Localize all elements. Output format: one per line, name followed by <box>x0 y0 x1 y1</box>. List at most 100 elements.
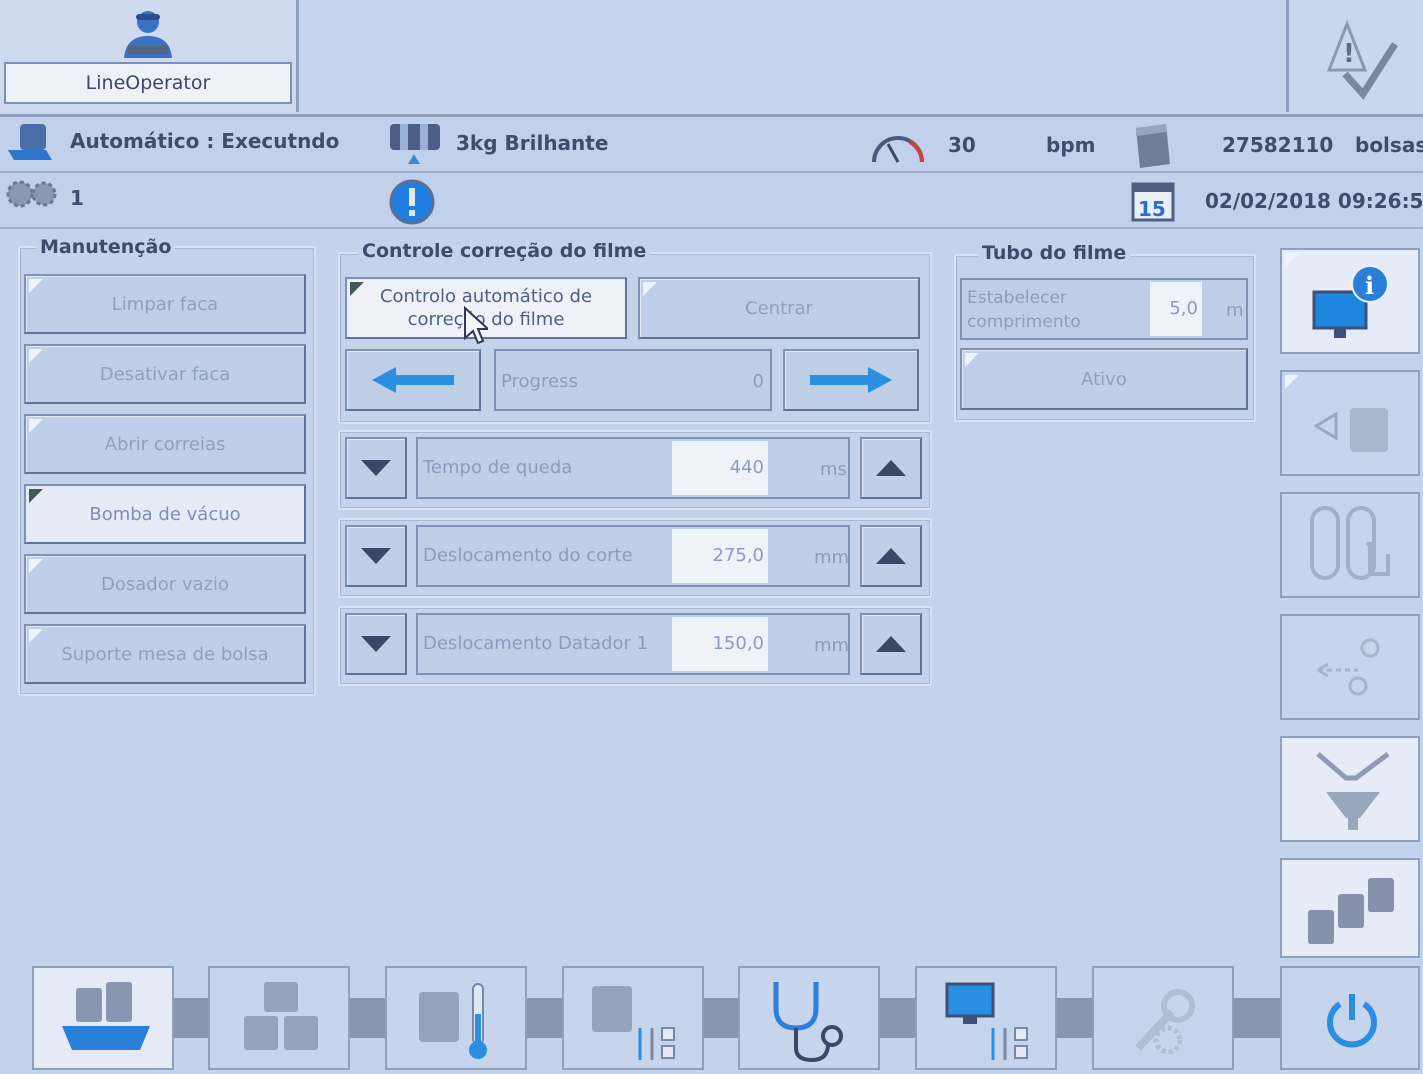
button-label: Dosador vazio <box>101 573 229 595</box>
button-label: Centrar <box>745 297 813 319</box>
bag-unit: bolsas <box>1355 133 1423 157</box>
monitor-info-icon: i <box>1312 265 1389 338</box>
progress-label: Progress <box>501 371 578 392</box>
wrench-gear-icon <box>1135 989 1195 1055</box>
stethoscope-icon <box>773 982 843 1063</box>
sidebar-dosing-button[interactable] <box>1280 736 1420 842</box>
progress-field: Progress 0 <box>494 349 772 411</box>
sidebar-bags-button[interactable] <box>1280 858 1420 958</box>
gears-icon <box>6 180 57 208</box>
tempo-de-queda-field[interactable]: Tempo de queda 440 ms <box>416 437 850 499</box>
bag-thermometer-icon <box>419 983 487 1059</box>
power-icon <box>1327 994 1377 1048</box>
arrow-left-icon <box>372 367 454 393</box>
ativo-button[interactable]: Ativo <box>960 348 1248 410</box>
button-label: Desativar faca <box>99 363 231 385</box>
mouse-cursor-icon <box>464 306 488 345</box>
deslocamento-corte-value[interactable]: 275,0 <box>672 529 768 583</box>
button-label: Suporte mesa de bolsa <box>61 643 269 665</box>
deslocamento-datador-decrease-button[interactable] <box>345 613 407 675</box>
speed-unit: bpm <box>1046 133 1096 157</box>
arrow-right-icon <box>810 367 892 393</box>
nav-products-button[interactable] <box>208 966 350 1070</box>
calendar-day: 15 <box>1138 197 1166 221</box>
desativar-faca-button[interactable]: Desativar faca <box>24 344 306 404</box>
dosador-vazio-button[interactable]: Dosador vazio <box>24 554 306 614</box>
date-time: 02/02/2018 09:26:58 <box>1205 189 1423 213</box>
comprimento-label: Estabelecer comprimento <box>967 286 1081 334</box>
button-label: Ativo <box>1081 368 1127 390</box>
bags-stack-icon <box>1308 878 1394 944</box>
comprimento-field[interactable]: Estabelecer comprimento 5,0 m <box>960 278 1248 340</box>
belts-hand-icon <box>1310 506 1390 580</box>
triangle-down-icon <box>361 636 391 652</box>
comprimento-label-line2: comprimento <box>967 312 1081 332</box>
deslocamento-datador-field[interactable]: Deslocamento Datador 1 150,0 mm <box>416 613 850 675</box>
deslocamento-corte-increase-button[interactable] <box>860 525 922 587</box>
speed-value: 30 <box>948 133 976 157</box>
limpar-faca-button[interactable]: Limpar faca <box>24 274 306 334</box>
triangle-down-icon <box>361 548 391 564</box>
user-panel[interactable]: LineOperator <box>0 0 299 112</box>
button-label-line1: Controlo automático de <box>379 286 593 307</box>
comprimento-value[interactable]: 5,0 <box>1150 282 1202 336</box>
deslocamento-datador-value[interactable]: 150,0 <box>672 617 768 671</box>
info-alert-icon[interactable] <box>388 178 436 226</box>
sidebar-belts-manual-button[interactable] <box>1280 492 1420 598</box>
tempo-de-queda-decrease-button[interactable] <box>345 437 407 499</box>
machine-mode-icon <box>8 124 52 160</box>
button-label: Limpar faca <box>111 293 219 315</box>
move-left-button[interactable] <box>345 349 481 411</box>
deslocamento-corte-unit: mm <box>814 547 850 568</box>
sidebar-bag-feed-button[interactable] <box>1280 370 1420 476</box>
speed-gauge-icon <box>872 136 924 163</box>
power-button[interactable] <box>1280 966 1420 1070</box>
nav-bag-settings-button[interactable] <box>562 966 704 1070</box>
comprimento-label-line1: Estabelecer <box>967 288 1067 308</box>
deslocamento-corte-field[interactable]: Deslocamento do corte 275,0 mm <box>416 525 850 587</box>
tempo-de-queda-label: Tempo de queda <box>423 457 573 478</box>
nav-maintenance-button[interactable] <box>1092 966 1234 1070</box>
deslocamento-datador-label: Deslocamento Datador 1 <box>423 633 649 654</box>
calendar-icon: 15 <box>1131 182 1175 222</box>
sidebar-info-button[interactable]: i <box>1280 248 1420 354</box>
button-label: Bomba de vácuo <box>89 503 241 525</box>
centrar-button[interactable]: Centrar <box>638 277 920 339</box>
product-stack-icon <box>244 982 318 1050</box>
monitor-settings-icon <box>945 982 1028 1060</box>
triangle-up-icon <box>876 548 906 564</box>
progress-value: 0 <box>752 371 764 392</box>
machine-mode-text: Automático : Executndo <box>70 129 340 153</box>
nav-diagnostics-button[interactable] <box>738 966 880 1070</box>
tempo-de-queda-increase-button[interactable] <box>860 437 922 499</box>
deslocamento-datador-increase-button[interactable] <box>860 613 922 675</box>
abrir-correias-button[interactable]: Abrir correias <box>24 414 306 474</box>
button-label: Abrir correias <box>104 433 226 455</box>
controle-title: Controle correção do filme <box>358 240 651 262</box>
bag-count: 27582110 <box>1222 133 1334 157</box>
svg-text:i: i <box>1365 271 1374 300</box>
nav-production-button[interactable] <box>32 966 174 1070</box>
suporte-mesa-de-bolsa-button[interactable]: Suporte mesa de bolsa <box>24 624 306 684</box>
nav-temperature-button[interactable] <box>385 966 527 1070</box>
triangle-up-icon <box>876 460 906 476</box>
sidebar-film-path-button[interactable] <box>1280 614 1420 720</box>
tubo-title: Tubo do filme <box>978 242 1131 264</box>
tempo-de-queda-unit: ms <box>820 459 847 480</box>
nav-system-settings-button[interactable] <box>915 966 1057 1070</box>
bag-icon <box>1136 124 1170 168</box>
conveyor-bags-icon <box>62 982 150 1050</box>
tempo-de-queda-value[interactable]: 440 <box>672 441 768 495</box>
film-roll-icon <box>390 124 440 164</box>
acknowledge-alarm-button[interactable]: ! <box>1286 0 1423 112</box>
bag-settings-icon <box>592 986 675 1060</box>
deslocamento-corte-decrease-button[interactable] <box>345 525 407 587</box>
user-icon <box>124 11 172 58</box>
bag-feed-icon <box>1313 408 1388 452</box>
deslocamento-corte-label: Deslocamento do corte <box>423 545 633 566</box>
film-path-icon <box>1317 638 1380 696</box>
warning-check-icon: ! <box>1326 19 1398 100</box>
bomba-de-vacuo-button[interactable]: Bomba de vácuo <box>24 484 306 544</box>
svg-text:!: ! <box>1343 39 1355 69</box>
move-right-button[interactable] <box>783 349 919 411</box>
